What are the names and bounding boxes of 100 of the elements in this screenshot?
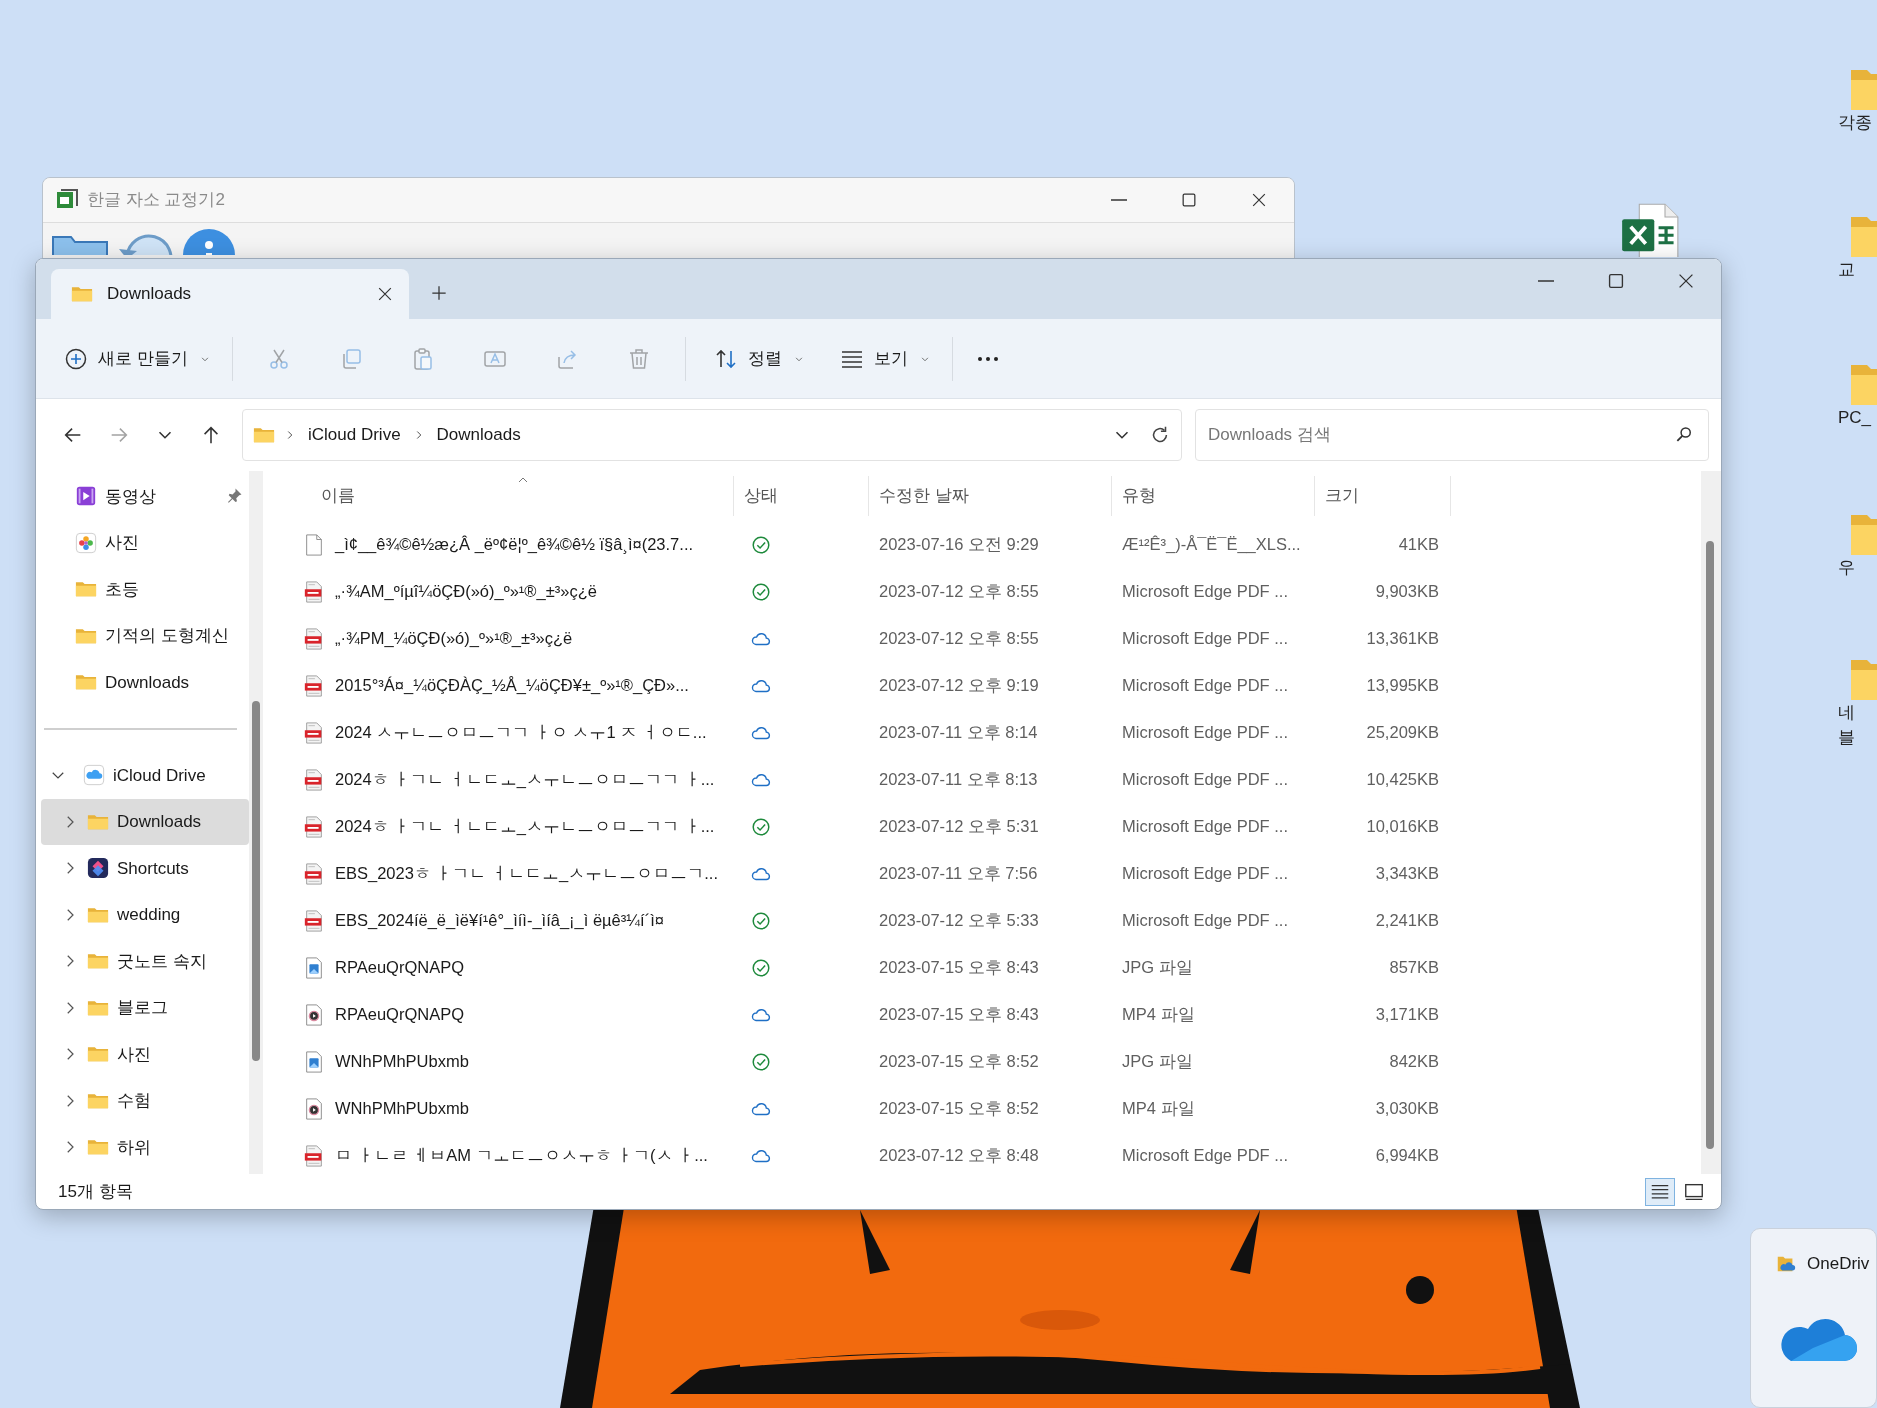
- file-name[interactable]: EBS_2023ㅎ ㅏㄱㄴ ㅓㄴㄷㅗ_ㅅㅜㄴㅡㅇㅁㅡㄱ...: [335, 861, 718, 886]
- modified-date: 2023-07-15 오후 8:52: [878, 1051, 1040, 1073]
- file-name[interactable]: WNhPMhPUbxmb: [335, 1096, 469, 1121]
- file-type: Microsoft Edge PDF ...: [1121, 910, 1289, 932]
- sort-button[interactable]: 정렬: [703, 337, 816, 380]
- sidebar-item[interactable]: 하위: [41, 1124, 249, 1171]
- file-type: Microsoft Edge PDF ...: [1121, 628, 1289, 650]
- file-type: Microsoft Edge PDF ...: [1121, 769, 1289, 791]
- window-title: 한글 자소 교정기2: [87, 189, 225, 212]
- video-file-icon: [303, 1097, 325, 1120]
- file-size: 13,995KB: [1365, 675, 1440, 697]
- modified-date: 2023-07-16 오전 9:29: [878, 534, 1040, 556]
- minimize-icon: [1538, 280, 1554, 282]
- details-view-button[interactable]: [1645, 1177, 1675, 1206]
- pdf-file-icon: [303, 909, 325, 932]
- sidebar-item[interactable]: wedding: [41, 891, 249, 938]
- shortcuts-icon: [87, 857, 109, 880]
- sidebar-item[interactable]: 사진: [41, 519, 249, 566]
- column-header[interactable]: 크기: [1315, 476, 1451, 516]
- file-name[interactable]: EBS_2024íë_ë_ìë¥í¹ê°_ìíì-_ìíâ_¡_ì ëµê³¼í´ì¤: [335, 908, 664, 933]
- new-button[interactable]: 새로 만들기: [54, 337, 222, 380]
- breadcrumb-link[interactable]: Downloads: [433, 420, 524, 450]
- sidebar-item[interactable]: iCloud Drive: [41, 752, 249, 799]
- file-size: 3,171KB: [1374, 1004, 1440, 1026]
- file-size: 10,425KB: [1365, 769, 1440, 791]
- file-type: Microsoft Edge PDF ...: [1121, 722, 1289, 744]
- spreadsheet-file-icon[interactable]: [1620, 202, 1680, 257]
- cloud-icon: [83, 764, 105, 787]
- sidebar-item[interactable]: Downloads: [41, 659, 249, 706]
- modified-date: 2023-07-15 오후 8:43: [878, 957, 1040, 979]
- info-icon[interactable]: [181, 227, 237, 255]
- file-name[interactable]: WNhPMhPUbxmb: [335, 1049, 469, 1074]
- column-header[interactable]: 이름: [263, 476, 734, 516]
- sidebar-item[interactable]: 기적의 도형계신: [41, 612, 249, 659]
- file-size: 3,030KB: [1374, 1098, 1440, 1120]
- file-name[interactable]: _ì¢__ê¾©ê½æ¿Â _ëº¢ë¦º_ê¾©ê½ ï§â¸ì¤(23.7...: [335, 532, 694, 557]
- file-size: 9,903KB: [1374, 581, 1440, 603]
- view-button[interactable]: 보기: [829, 337, 942, 380]
- breadcrumb-link[interactable]: iCloud Drive: [305, 420, 404, 450]
- file-icon: [303, 533, 325, 556]
- sidebar-item[interactable]: 사진: [41, 1031, 249, 1078]
- file-name[interactable]: RPAeuQrQNAPQ: [335, 955, 464, 980]
- pdf-file-icon: [303, 862, 325, 885]
- file-type: Æ¹²Ê³_)-Å¯Ë¯Ë__XLS...: [1121, 534, 1302, 556]
- sidebar-item[interactable]: 동영상: [41, 473, 249, 520]
- modified-date: 2023-07-12 오후 5:33: [878, 910, 1040, 932]
- file-type: MP4 파일: [1121, 1098, 1196, 1120]
- column-header[interactable]: 상태: [734, 476, 869, 516]
- file-name[interactable]: ㅁ ㅏㄴㄹ ㅔㅂAM ㄱㅗㄷㅡㅇㅅㅜㅎ ㅏㄱ(ㅅ ㅏ...: [335, 1143, 708, 1168]
- pdf-file-icon: [303, 674, 325, 697]
- icon-label: 교: [1838, 259, 1855, 281]
- file-name[interactable]: 2024 ㅅㅜㄴㅡㅇㅁㅡㄱㄱ ㅏㅇ ㅅㅜ1 ㅈ ㅓㅇㄷ...: [335, 720, 707, 745]
- scrollbar-thumb[interactable]: [1706, 541, 1714, 1149]
- file-size: 10,016KB: [1365, 816, 1440, 838]
- file-name[interactable]: RPAeuQrQNAPQ: [335, 1002, 464, 1027]
- file-name[interactable]: 2024ㅎ ㅏㄱㄴ ㅓㄴㄷㅗ_ㅅㅜㄴㅡㅇㅁㅡㄱㄱ ㅏ...: [335, 814, 715, 839]
- modified-date: 2023-07-11 오후 7:56: [878, 863, 1039, 885]
- modified-date: 2023-07-12 오후 9:19: [878, 675, 1040, 697]
- item-count: 15개 항목: [58, 1180, 133, 1203]
- modified-date: 2023-07-15 오후 8:43: [878, 1004, 1040, 1026]
- icon-label: PC_: [1838, 407, 1872, 429]
- sidebar-item[interactable]: 초등: [41, 566, 249, 613]
- plus-icon: [429, 283, 449, 303]
- video-file-icon: [303, 1003, 325, 1026]
- file-size: 13,361KB: [1365, 628, 1440, 650]
- pdf-file-icon: [303, 721, 325, 744]
- file-type: Microsoft Edge PDF ...: [1121, 816, 1289, 838]
- sidebar-item[interactable]: 굿노트 속지: [41, 938, 249, 985]
- sidebar-item[interactable]: Shortcuts: [41, 845, 249, 892]
- tab[interactable]: Downloads: [51, 269, 409, 319]
- image-file-icon: [303, 956, 325, 979]
- icon-label: 네: [1838, 702, 1855, 724]
- sidebar-item[interactable]: Downloads: [41, 798, 249, 845]
- file-name[interactable]: 2024ㅎ ㅏㄱㄴ ㅓㄴㄷㅗ_ㅅㅜㄴㅡㅇㅁㅡㄱㄱ ㅏ...: [335, 767, 715, 792]
- column-header[interactable]: 수정한 날짜: [869, 476, 1112, 516]
- file-type: JPG 파일: [1121, 1051, 1194, 1073]
- file-name[interactable]: 2015°³Á¤_¼öÇÐÀÇ_½Å_¼öÇÐ¥±_º»¹®_ÇÐ»...: [335, 673, 689, 698]
- image-file-icon: [303, 1050, 325, 1073]
- column-header[interactable]: 유형: [1112, 476, 1315, 516]
- search-field[interactable]: Downloads 검색: [1206, 421, 1674, 449]
- modified-date: 2023-07-12 오후 8:48: [878, 1145, 1040, 1167]
- file-name[interactable]: „·¾AM_ºíµî¼öÇÐ(»ó)_º»¹®_±³»ç¿ë: [335, 579, 597, 604]
- file-name[interactable]: „·¾PM_¼öÇÐ(»ó)_º»¹®_±³»ç¿ë: [335, 626, 573, 651]
- file-size: 2,241KB: [1374, 910, 1440, 932]
- file-size: 842KB: [1388, 1051, 1440, 1073]
- file-type: Microsoft Edge PDF ...: [1121, 863, 1289, 885]
- pdf-file-icon: [303, 627, 325, 650]
- sidebar-item[interactable]: 수험: [41, 1077, 249, 1124]
- icon-label: 블: [1838, 726, 1855, 749]
- panel-title: OneDriv: [1807, 1253, 1870, 1275]
- address-bar[interactable]: iCloud Drive Downloads: [242, 409, 1182, 461]
- scrollbar-thumb[interactable]: [252, 701, 260, 1061]
- icon-label: 각종: [1838, 112, 1872, 134]
- sidebar-item[interactable]: 블로그: [41, 984, 249, 1031]
- more-icon: [976, 356, 999, 361]
- pdf-file-icon: [303, 1144, 325, 1167]
- modified-date: 2023-07-12 오후 8:55: [878, 628, 1040, 650]
- search-box[interactable]: Downloads 검색: [1195, 409, 1709, 461]
- file-type: Microsoft Edge PDF ...: [1121, 1145, 1289, 1167]
- file-size: 25,209KB: [1365, 722, 1440, 744]
